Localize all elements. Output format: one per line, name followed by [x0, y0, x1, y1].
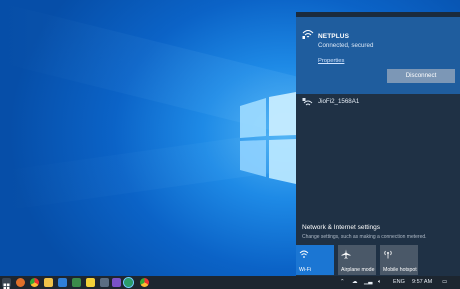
connected-network-status: Connected, secured: [318, 42, 374, 49]
notifications-icon[interactable]: ▭: [442, 278, 447, 287]
windows-icon: [3, 283, 10, 289]
volume-icon[interactable]: 🔈︎: [378, 278, 381, 287]
airplane-icon: [341, 249, 351, 259]
airplane-mode-tile[interactable]: Airplane mode: [338, 245, 376, 275]
folder-icon[interactable]: [44, 278, 53, 287]
connected-network-name: NETPLUS: [318, 33, 350, 40]
mobile-hotspot-tile-label: Mobile hotspot: [383, 267, 417, 273]
app-icon[interactable]: [72, 278, 81, 287]
wifi-icon: [302, 30, 314, 39]
hotspot-icon: [384, 250, 392, 259]
language-indicator[interactable]: ENG: [393, 278, 405, 287]
properties-link[interactable]: Properties: [318, 58, 344, 64]
network-settings-description: Change settings, such as making a connec…: [302, 234, 427, 240]
chrome-icon[interactable]: [30, 278, 39, 287]
cloud-icon[interactable]: ☁: [352, 278, 358, 287]
taskbar: ⌃ ☁ ▁▃ 🔈︎ ENG 9:57 AM ▭: [0, 276, 460, 289]
network-tray-icon[interactable]: ▁▃: [364, 278, 372, 287]
wifi-tile[interactable]: Wi-Fi: [296, 245, 334, 275]
network-name: JioFi2_1568A1: [318, 98, 360, 105]
chrome-icon[interactable]: [140, 278, 149, 287]
sticky-notes-icon[interactable]: [86, 278, 95, 287]
app-icon[interactable]: [100, 278, 109, 287]
network-flyout: NETPLUS Connected, secured Properties Di…: [296, 12, 460, 276]
wifi-tile-label: Wi-Fi: [299, 267, 312, 273]
windows-logo: [240, 92, 296, 184]
wifi-secured-icon: [302, 98, 313, 106]
clock[interactable]: 9:57 AM: [412, 278, 432, 287]
airplane-mode-tile-label: Airplane mode: [341, 267, 375, 273]
store-icon[interactable]: [58, 278, 67, 287]
network-app-icon[interactable]: [123, 277, 134, 288]
wifi-icon: [299, 250, 309, 258]
disconnect-button[interactable]: Disconnect: [387, 69, 455, 83]
network-list-item[interactable]: JioFi2_1568A1: [296, 94, 460, 112]
app-icon[interactable]: [112, 278, 121, 287]
firefox-icon[interactable]: [16, 278, 25, 287]
network-settings-link[interactable]: Network & Internet settings: [302, 224, 380, 231]
start-button[interactable]: [2, 278, 11, 289]
chevron-up-icon[interactable]: ⌃: [340, 278, 345, 287]
connected-network-item[interactable]: NETPLUS Connected, secured Properties Di…: [296, 17, 460, 94]
mobile-hotspot-tile[interactable]: Mobile hotspot: [380, 245, 418, 275]
